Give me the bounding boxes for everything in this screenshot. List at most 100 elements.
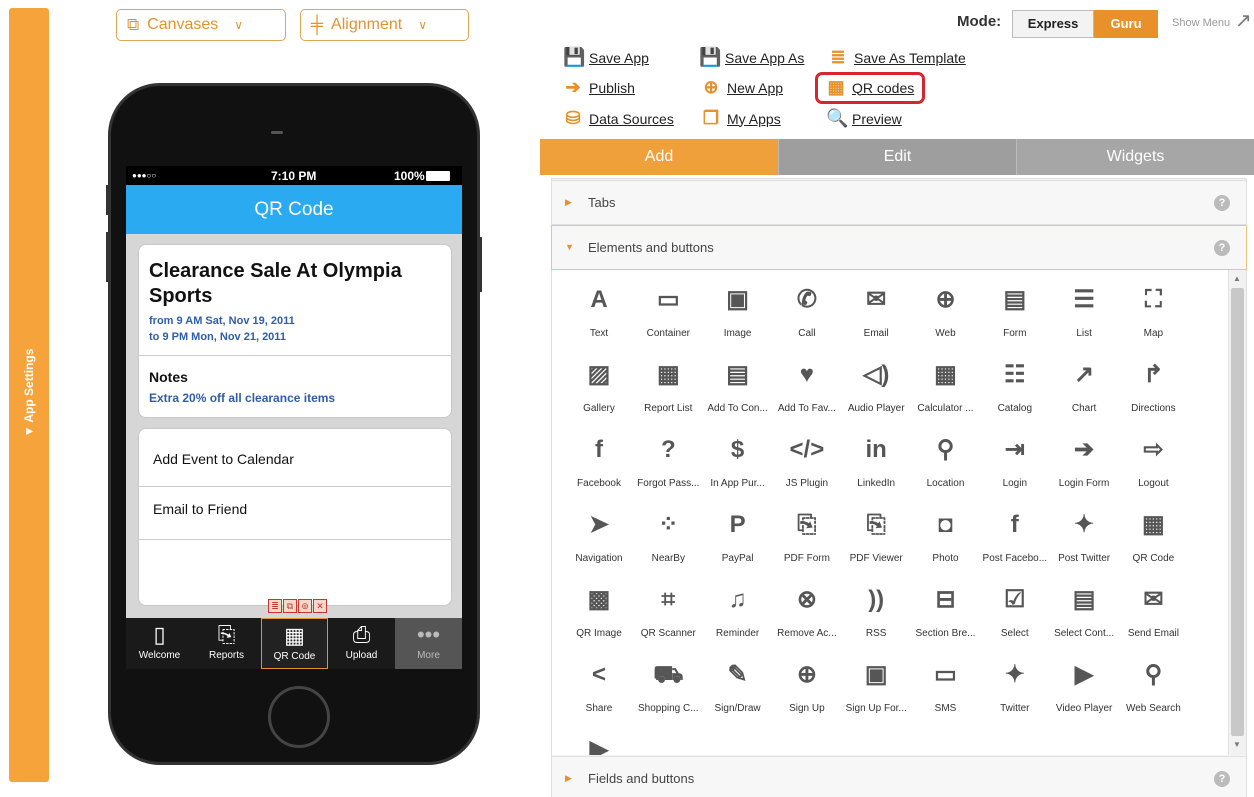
add-to-calendar-row[interactable]: Add Event to Calendar: [153, 451, 294, 467]
widget-add-to-fav[interactable]: ♥ Add To Fav...: [772, 357, 842, 427]
widget-text[interactable]: A Text: [564, 282, 634, 352]
widget-linkedin[interactable]: in LinkedIn: [841, 432, 911, 502]
widget-twitter[interactable]: ✦ Twitter: [980, 657, 1050, 727]
external-link-icon[interactable]: ↗: [1235, 8, 1252, 33]
widget-directions[interactable]: ↱ Directions: [1118, 357, 1188, 427]
tab-upload[interactable]: ⎙ Upload: [328, 618, 395, 669]
widget-photo[interactable]: ◘ Photo: [911, 507, 981, 577]
widget-paypal[interactable]: P PayPal: [703, 507, 773, 577]
widget-chart[interactable]: ↗ Chart: [1049, 357, 1119, 427]
widget-web-search[interactable]: ⚲ Web Search: [1118, 657, 1188, 727]
widget-js-plugin[interactable]: </> JS Plugin: [772, 432, 842, 502]
widget-sign-draw[interactable]: ✎ Sign/Draw: [703, 657, 773, 727]
widget-map[interactable]: ⛶ Map: [1118, 282, 1188, 352]
widget-calculator[interactable]: ▦ Calculator ...: [911, 357, 981, 427]
widget-facebook[interactable]: f Facebook: [564, 432, 634, 502]
tab-edit[interactable]: Edit: [778, 139, 1016, 175]
show-menu-link[interactable]: Show Menu: [1172, 17, 1230, 29]
widget-add-to-con[interactable]: ▤ Add To Con...: [703, 357, 773, 427]
canvases-dropdown[interactable]: ⧉ Canvases ∨: [116, 9, 286, 41]
widget-email[interactable]: ✉ Email: [841, 282, 911, 352]
widget-sign-up-for[interactable]: ▣ Sign Up For...: [841, 657, 911, 727]
widget-section-bre[interactable]: ⊟ Section Bre...: [911, 582, 981, 652]
help-icon[interactable]: ?: [1214, 240, 1230, 256]
widget-sms[interactable]: ▭ SMS: [911, 657, 981, 727]
save-as-template-label: Save As Template: [854, 49, 966, 66]
widget-form[interactable]: ▤ Form: [980, 282, 1050, 352]
widget-logout[interactable]: ⇨ Logout: [1118, 432, 1188, 502]
widget-select[interactable]: ☑ Select: [980, 582, 1050, 652]
help-icon[interactable]: ?: [1214, 771, 1230, 787]
widget-qr-scanner[interactable]: ⌗ QR Scanner: [633, 582, 703, 652]
widget-list[interactable]: ☰ List: [1049, 282, 1119, 352]
help-icon[interactable]: ?: [1214, 195, 1230, 211]
widget-call[interactable]: ✆ Call: [772, 282, 842, 352]
widget-image[interactable]: ▣ Image: [703, 282, 773, 352]
widget-video-player[interactable]: ▶ Video Player: [1049, 657, 1119, 727]
accordion-elements[interactable]: ▼ Elements and buttons ?: [551, 225, 1247, 270]
widget-catalog[interactable]: ☷ Catalog: [980, 357, 1050, 427]
app-settings-label[interactable]: ▼ App Settings: [22, 349, 36, 438]
widget-login-form[interactable]: ➔ Login Form: [1049, 432, 1119, 502]
new-app-link[interactable]: ⊕ New App: [701, 77, 783, 98]
widget-rss[interactable]: )) RSS: [841, 582, 911, 652]
data-sources-link[interactable]: ⛁ Data Sources: [563, 108, 673, 129]
save-app-link[interactable]: 💾 Save App: [563, 47, 649, 68]
tab-widgets[interactable]: Widgets: [1016, 139, 1254, 175]
tab-add[interactable]: Add: [540, 139, 778, 175]
close-icon[interactable]: ✕: [313, 599, 327, 613]
tab-welcome[interactable]: ▯ Welcome: [126, 618, 193, 669]
alignment-dropdown[interactable]: ╪ Alignment ∨: [300, 9, 469, 41]
event-card[interactable]: Clearance Sale At Olympia Sports from 9 …: [138, 244, 452, 418]
widget-remove-ac[interactable]: ⊗ Remove Ac...: [772, 582, 842, 652]
widget-gallery[interactable]: ▨ Gallery: [564, 357, 634, 427]
tab-reports[interactable]: ⎘ Reports: [193, 618, 260, 669]
widget-container[interactable]: ▭ Container: [633, 282, 703, 352]
widget-navigation[interactable]: ➤ Navigation: [564, 507, 634, 577]
properties-icon[interactable]: ≣: [268, 599, 282, 613]
widget-reminder[interactable]: ♫ Reminder: [703, 582, 773, 652]
widget-share[interactable]: < Share: [564, 657, 634, 727]
scroll-up-icon[interactable]: ▲: [1233, 274, 1241, 283]
widget-sign-up[interactable]: ⊕ Sign Up: [772, 657, 842, 727]
widget-pdf-viewer[interactable]: ⎘ PDF Viewer: [841, 507, 911, 577]
tab-qr-code[interactable]: ▦ QR Code: [261, 618, 328, 669]
preview-link[interactable]: 🔍 Preview: [826, 108, 902, 129]
email-friend-row[interactable]: Email to Friend: [153, 501, 247, 517]
save-as-template-link[interactable]: ≣ Save As Template: [828, 47, 966, 68]
settings-icon[interactable]: ⊚: [298, 599, 312, 613]
accordion-tabs[interactable]: ▶ Tabs ?: [551, 180, 1247, 225]
widget-forgot-pass[interactable]: ? Forgot Pass...: [633, 432, 703, 502]
widget-nearby[interactable]: ⁘ NearBy: [633, 507, 703, 577]
widget-pdf-form[interactable]: ⎘ PDF Form: [772, 507, 842, 577]
publish-link[interactable]: ➔ Publish: [563, 77, 634, 98]
widget-report-list[interactable]: ▦ Report List: [633, 357, 703, 427]
widget-post-facebo[interactable]: f Post Facebo...: [980, 507, 1050, 577]
accordion-fields[interactable]: ▶ Fields and buttons ?: [551, 756, 1247, 797]
my-apps-link[interactable]: ❐ My Apps: [701, 108, 781, 129]
widget-login[interactable]: ⇥ Login: [980, 432, 1050, 502]
post-twitter-icon: ✦: [1074, 511, 1095, 538]
widget-shopping-c[interactable]: ⛟ Shopping C...: [633, 657, 703, 727]
alignment-label: Alignment: [331, 16, 403, 33]
widget-web[interactable]: ⊕ Web: [911, 282, 981, 352]
widget-qr-code[interactable]: ▦ QR Code: [1118, 507, 1188, 577]
widget-label: RSS: [865, 628, 887, 639]
widgets-scrollbar[interactable]: ▲ ▼: [1228, 270, 1246, 755]
widget-send-email[interactable]: ✉ Send Email: [1118, 582, 1188, 652]
widget-location[interactable]: ⚲ Location: [911, 432, 981, 502]
widget-audio-player[interactable]: ◁) Audio Player: [841, 357, 911, 427]
widget-post-twitter[interactable]: ✦ Post Twitter: [1049, 507, 1119, 577]
app-settings-panel[interactable]: ▼ App Settings: [9, 8, 49, 782]
copy-icon[interactable]: ⧉: [283, 599, 297, 613]
widget-select-cont[interactable]: ▤ Select Cont...: [1049, 582, 1119, 652]
widget-qr-image[interactable]: ▩ QR Image: [564, 582, 634, 652]
save-app-as-link[interactable]: 💾 Save App As: [699, 47, 804, 68]
widget-more[interactable]: ▶: [564, 732, 634, 755]
tab-more[interactable]: ••• More: [395, 618, 462, 669]
scroll-thumb[interactable]: [1231, 288, 1244, 736]
mode-express-button[interactable]: Express: [1012, 10, 1094, 38]
widget-in-app-pur[interactable]: $ In App Pur...: [703, 432, 773, 502]
scroll-down-icon[interactable]: ▼: [1233, 740, 1241, 749]
mode-guru-button[interactable]: Guru: [1094, 10, 1158, 38]
